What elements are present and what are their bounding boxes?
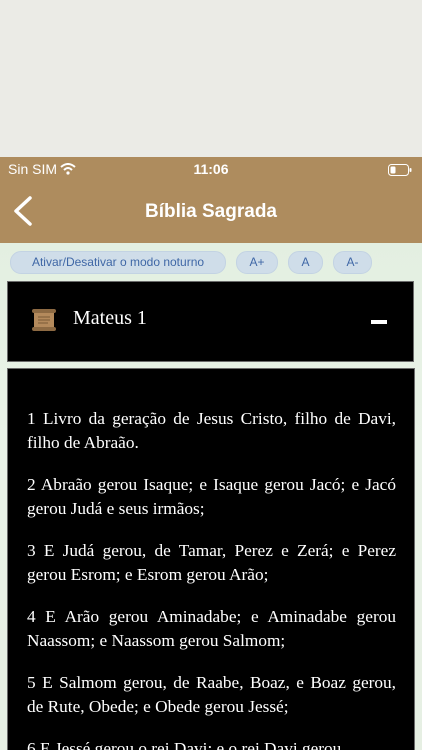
page-title: Bíblia Sagrada xyxy=(145,201,277,222)
top-blank-area xyxy=(0,0,422,157)
status-bar: Sin SIM 11:06 xyxy=(0,157,422,183)
chapter-title: Mateus 1 xyxy=(73,307,147,329)
verse-2: 2 Abraão gerou Isaque; e Isaque gerou Ja… xyxy=(27,475,396,518)
night-mode-button[interactable]: Ativar/Desativar o modo noturno xyxy=(10,251,226,274)
collapse-icon[interactable] xyxy=(371,320,387,324)
verse-6: 6 E Jessé gerou o rei Davi; e o rei Davi… xyxy=(27,739,342,750)
verse-4: 4 E Arão gerou Aminadabe; e Aminadabe ge… xyxy=(27,607,396,650)
verse-5: 5 E Salmom gerou, de Raabe, Boaz, e Boaz… xyxy=(27,673,396,716)
font-decrease-button[interactable]: A- xyxy=(333,251,372,274)
chapter-header[interactable]: Mateus 1 xyxy=(7,281,414,362)
app-header: Sin SIM 11:06 Bíblia Sagrada xyxy=(0,157,422,243)
scroll-icon xyxy=(31,307,57,338)
font-increase-button[interactable]: A+ xyxy=(236,251,278,274)
verse-3: 3 E Judá gerou, de Tamar, Perez e Zerá; … xyxy=(27,541,396,584)
clock: 11:06 xyxy=(193,161,229,177)
verse-1: 1 Livro da geração de Jesus Cristo, filh… xyxy=(27,409,396,452)
battery-icon xyxy=(388,163,412,181)
main-content: Ativar/Desativar o modo noturno A+ A A- … xyxy=(0,243,422,750)
font-reset-button[interactable]: A xyxy=(288,251,323,274)
verses-panel: 1 Livro da geração de Jesus Cristo, filh… xyxy=(7,368,415,750)
